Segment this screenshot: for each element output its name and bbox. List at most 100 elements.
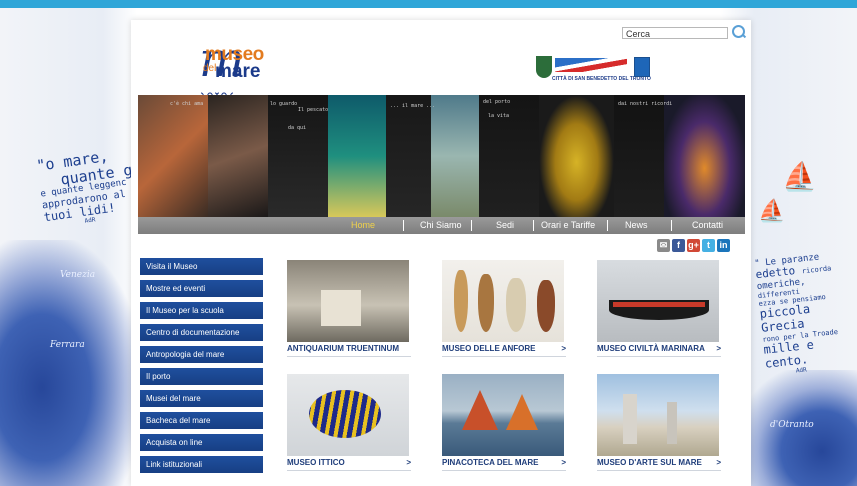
side-menu-item[interactable]: Bacheca del mare — [140, 412, 263, 429]
museum-card[interactable]: MUSEO ITTICO > — [285, 372, 411, 473]
card-divider — [442, 356, 566, 357]
card-title[interactable]: MUSEO DELLE ANFORE — [442, 344, 566, 353]
nav-chi-siamo[interactable]: Chi Siamo — [420, 217, 462, 234]
hero-caption: Il pescato — [298, 107, 329, 113]
google-plus-icon[interactable]: g+ — [687, 239, 700, 252]
anfore-image — [442, 260, 564, 342]
hero-water-image — [431, 95, 479, 217]
hero-text-panel — [386, 95, 431, 217]
card-divider — [287, 470, 411, 471]
hero-caption: dai nostri ricordi — [618, 101, 673, 107]
city-crest-icon — [536, 56, 552, 78]
email-icon[interactable]: ✉ — [657, 239, 670, 252]
sculpture-shape — [667, 402, 677, 444]
twitter-icon[interactable]: t — [702, 239, 715, 252]
nav-separator — [671, 220, 672, 231]
museo-del-mare-logo[interactable]: m museo del mare 〰〰 — [193, 32, 264, 106]
card-divider — [597, 470, 721, 471]
search-icon[interactable] — [732, 25, 745, 38]
hero-banner: c'è chi ama lo guardo da qui Il pescato … — [138, 95, 745, 217]
logo-mare: mare — [215, 61, 261, 82]
hero-caption: da qui — [288, 125, 307, 131]
sailboat-icon: ⛵ — [758, 198, 786, 223]
nav-contatti[interactable]: Contatti — [692, 217, 723, 234]
card-arrow-icon[interactable]: > — [561, 344, 566, 353]
hero-caption: del porto — [483, 99, 511, 105]
nav-news[interactable]: News — [625, 217, 648, 234]
arte-sul-mare-image — [597, 374, 719, 456]
poem-right: " Le paranze edetto ricorda omeriche, di… — [754, 249, 857, 378]
main-nav: Home Chi Siamo Sedi Orari e Tariffe News… — [138, 217, 745, 234]
ittico-image — [287, 374, 409, 456]
search-input[interactable]: Cerca — [622, 27, 728, 39]
side-menu-item[interactable]: Acquista on line — [140, 434, 263, 451]
side-menu-item[interactable]: Il porto — [140, 368, 263, 385]
side-menu-item[interactable]: Mostre ed eventi — [140, 280, 263, 297]
museum-card[interactable]: MUSEO D'ARTE SUL MARE > — [595, 372, 721, 473]
poem-right-word: ricorda — [801, 264, 832, 276]
hero-starfish-image — [138, 95, 208, 217]
card-divider — [287, 356, 411, 357]
card-title[interactable]: ANTIQUARIUM TRUENTINUM — [287, 344, 411, 353]
side-menu-item[interactable]: Musei del mare — [140, 390, 263, 407]
side-menu-item[interactable]: Link istituzionali — [140, 456, 263, 473]
card-divider — [442, 470, 566, 471]
side-menu-item[interactable]: Visita il Museo — [140, 258, 263, 275]
sail-shape — [506, 394, 538, 430]
map-decoration-left: Venezia Ferrara — [0, 240, 140, 486]
pinacoteca-image — [442, 374, 564, 456]
website-page: m museo del mare 〰〰 Cerca CITTÀ DI SAN B… — [131, 20, 751, 486]
civilta-marinara-image — [597, 260, 719, 342]
facebook-icon[interactable]: f — [672, 239, 685, 252]
card-arrow-icon[interactable]: > — [716, 344, 721, 353]
blue-flag-icon — [634, 57, 650, 77]
museum-card[interactable]: PINACOTECA DEL MARE > — [440, 372, 566, 473]
hero-caption: ... il mare ... — [390, 103, 436, 109]
map-label-venezia: Venezia — [60, 270, 96, 280]
sailboat-icon: ⛵ — [782, 161, 817, 192]
side-menu: Visita il Museo Mostre ed eventi Il Muse… — [140, 258, 263, 478]
map-label-ferrara: Ferrara — [50, 340, 85, 350]
museum-card[interactable]: MUSEO DELLE ANFORE > — [440, 258, 566, 359]
card-arrow-icon[interactable]: > — [406, 458, 411, 467]
window-top-border — [0, 0, 857, 8]
boat-stripe-shape — [613, 302, 705, 307]
hero-starfish-image — [208, 95, 268, 217]
nav-separator — [471, 220, 472, 231]
museum-card[interactable]: ANTIQUARIUM TRUENTINUM — [285, 258, 411, 359]
card-title[interactable]: PINACOTECA DEL MARE — [442, 458, 566, 467]
map-label-otranto: d'Otranto — [770, 420, 814, 430]
nav-home[interactable]: Home — [351, 217, 375, 234]
card-arrow-icon[interactable]: > — [561, 458, 566, 467]
map-decoration-right: d'Otranto — [740, 370, 857, 486]
display-case-shape — [321, 290, 361, 326]
museum-card[interactable]: MUSEO CIVILTÀ MARINARA > — [595, 258, 721, 359]
card-divider — [597, 356, 721, 357]
card-title[interactable]: MUSEO CIVILTÀ MARINARA — [597, 344, 721, 353]
hero-coral-image — [664, 95, 745, 217]
city-flag-logo[interactable] — [555, 58, 627, 72]
card-title[interactable]: MUSEO ITTICO — [287, 458, 411, 467]
sculpture-shape — [623, 394, 637, 444]
card-title[interactable]: MUSEO D'ARTE SUL MARE — [597, 458, 721, 467]
hero-text-panel — [614, 95, 664, 217]
side-menu-item[interactable]: Centro di documentazione — [140, 324, 263, 341]
side-menu-item[interactable]: Il Museo per la scuola — [140, 302, 263, 319]
angelfish-shape — [309, 390, 381, 438]
side-menu-item[interactable]: Antropologia del mare — [140, 346, 263, 363]
card-arrow-icon[interactable]: > — [716, 458, 721, 467]
nav-separator — [607, 220, 608, 231]
amphora-shape — [454, 270, 468, 332]
hero-caption: c'è chi ama — [170, 101, 204, 107]
nav-sedi[interactable]: Sedi — [496, 217, 514, 234]
hero-caption: lo guardo — [270, 101, 298, 107]
antiquarium-image — [287, 260, 409, 342]
hero-caption: la vita — [488, 113, 510, 119]
nav-separator — [403, 220, 404, 231]
sail-shape — [462, 390, 498, 430]
amphora-shape — [506, 278, 526, 332]
nav-orari-tariffe[interactable]: Orari e Tariffe — [541, 217, 595, 234]
linkedin-icon[interactable]: in — [717, 239, 730, 252]
amphora-shape — [478, 274, 494, 332]
hero-seahorse-image — [539, 95, 614, 217]
